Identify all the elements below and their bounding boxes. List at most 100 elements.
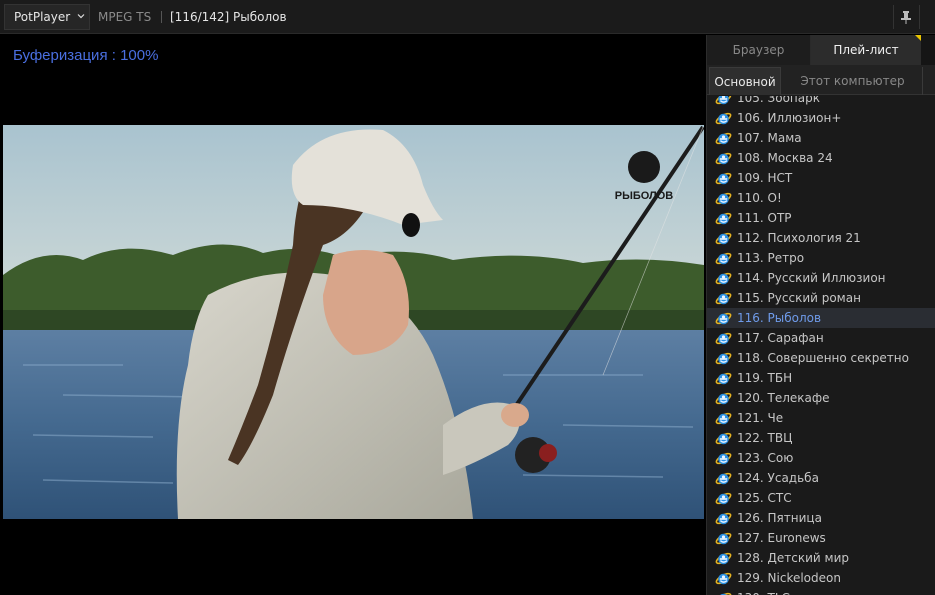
playlist-item[interactable]: 114. Русский Иллюзион xyxy=(707,268,935,288)
tab-browser[interactable]: Браузер xyxy=(707,35,811,65)
playlist-item-label: 113. Ретро xyxy=(737,251,805,265)
playlist-item-label: 105. Зоопарк xyxy=(737,96,820,105)
buffering-status: Буферизация : 100% xyxy=(13,47,159,64)
playlist-item[interactable]: 111. ОТР xyxy=(707,208,935,228)
tab-browser-label: Браузер xyxy=(732,43,785,57)
playlist-item-label: 124. Усадьба xyxy=(737,471,819,485)
playlist-items: 105. Зоопарк 106. Иллюзион+ 107. Мама 108. … xyxy=(707,96,935,595)
playlist-item-label: 130. TLC xyxy=(737,591,790,595)
playlist-item[interactable]: 108. Москва 24 xyxy=(707,148,935,168)
chevron-down-icon xyxy=(77,14,85,19)
playlist-item-label: 128. Детский мир xyxy=(737,551,850,565)
playlist-item[interactable]: 126. Пятница xyxy=(707,508,935,528)
playlist-item-label: 111. ОТР xyxy=(737,211,792,225)
internet-explorer-icon xyxy=(715,292,732,304)
playlist-subtabs: Основной Этот компьютер xyxy=(707,65,935,95)
playlist-item-label: 129. Nickelodeon xyxy=(737,571,841,585)
playlist-item[interactable]: 124. Усадьба xyxy=(707,468,935,488)
subtab-main-label: Основной xyxy=(714,74,776,89)
panel-tabs: Браузер Плей-лист xyxy=(707,35,935,65)
tab-overflow[interactable] xyxy=(921,35,935,65)
window-control-button[interactable] xyxy=(919,5,935,29)
playlist-item[interactable]: 112. Психология 21 xyxy=(707,228,935,248)
title-separator xyxy=(161,11,162,23)
playlist-item[interactable]: 117. Сарафан xyxy=(707,328,935,348)
playlist-item[interactable]: 125. СТС xyxy=(707,488,935,508)
playlist-item[interactable]: 105. Зоопарк xyxy=(707,96,935,108)
internet-explorer-icon xyxy=(715,492,732,504)
internet-explorer-icon xyxy=(715,572,732,584)
pin-button[interactable] xyxy=(893,5,917,29)
internet-explorer-icon xyxy=(715,592,732,595)
playlist-item-label: 108. Москва 24 xyxy=(737,151,833,165)
playlist-item[interactable]: 123. Сою xyxy=(707,448,935,468)
internet-explorer-icon xyxy=(715,392,732,404)
playlist-item[interactable]: 106. Иллюзион+ xyxy=(707,108,935,128)
internet-explorer-icon xyxy=(715,532,732,544)
internet-explorer-icon xyxy=(715,412,732,424)
playlist-item-label: 126. Пятница xyxy=(737,511,822,525)
internet-explorer-icon xyxy=(715,312,732,324)
internet-explorer-icon xyxy=(715,272,732,284)
playlist-item-active[interactable]: 116. Рыболов xyxy=(707,308,935,328)
playlist-item[interactable]: 110. О! xyxy=(707,188,935,208)
pin-icon xyxy=(900,11,911,24)
playlist-item[interactable]: 107. Мама xyxy=(707,128,935,148)
internet-explorer-icon xyxy=(715,132,732,144)
playlist-item[interactable]: 119. ТБН xyxy=(707,368,935,388)
internet-explorer-icon xyxy=(715,512,732,524)
playlist-item-label: 120. Телекафе xyxy=(737,391,830,405)
playlist-item-label: 127. Euronews xyxy=(737,531,826,545)
app-menu-button[interactable]: PotPlayer xyxy=(4,4,90,30)
playlist-item[interactable]: 109. НСТ xyxy=(707,168,935,188)
playlist-item-label: 116. Рыболов xyxy=(737,311,822,325)
subtab-this-computer[interactable]: Этот компьютер xyxy=(783,67,923,95)
playlist-item[interactable]: 127. Euronews xyxy=(707,528,935,548)
internet-explorer-icon xyxy=(715,432,732,444)
subtab-main[interactable]: Основной xyxy=(709,67,781,95)
tab-playlist-label: Плей-лист xyxy=(833,43,899,57)
playlist[interactable]: 105. Зоопарк 106. Иллюзион+ 107. Мама 108. … xyxy=(707,96,935,595)
video-image: РЫБОЛОВ xyxy=(3,125,704,519)
playlist-item[interactable]: 121. Че xyxy=(707,408,935,428)
playlist-item-label: 106. Иллюзион+ xyxy=(737,111,842,125)
playlist-item-label: 112. Психология 21 xyxy=(737,231,861,245)
internet-explorer-icon xyxy=(715,172,732,184)
playlist-item[interactable]: 113. Ретро xyxy=(707,248,935,268)
channel-logo-text: РЫБОЛОВ xyxy=(615,190,674,202)
playlist-item-label: 109. НСТ xyxy=(737,171,793,185)
playlist-item-label: 110. О! xyxy=(737,191,782,205)
title-bar: PotPlayer MPEG TS [116/142] Рыболов xyxy=(0,0,935,34)
internet-explorer-icon xyxy=(715,372,732,384)
subtab-overflow[interactable] xyxy=(925,67,935,95)
internet-explorer-icon xyxy=(715,232,732,244)
playlist-item-label: 122. ТВЦ xyxy=(737,431,793,445)
window-title: [116/142] Рыболов xyxy=(170,10,287,24)
format-label: MPEG TS xyxy=(98,10,152,24)
app-name: PotPlayer xyxy=(14,10,71,24)
video-area[interactable]: Буферизация : 100% РЫБОЛОВ xyxy=(0,35,706,595)
playlist-item-label: 119. ТБН xyxy=(737,371,793,385)
internet-explorer-icon xyxy=(715,192,732,204)
internet-explorer-icon xyxy=(715,552,732,564)
playlist-item[interactable]: 115. Русский роман xyxy=(707,288,935,308)
internet-explorer-icon xyxy=(715,472,732,484)
playlist-item-label: 117. Сарафан xyxy=(737,331,824,345)
playlist-item[interactable]: 130. TLC xyxy=(707,588,935,595)
tab-playlist[interactable]: Плей-лист xyxy=(811,35,921,65)
playlist-item-label: 125. СТС xyxy=(737,491,792,505)
playlist-item[interactable]: 129. Nickelodeon xyxy=(707,568,935,588)
playlist-panel: Браузер Плей-лист Основной Этот компьюте… xyxy=(706,35,935,595)
internet-explorer-icon xyxy=(715,332,732,344)
internet-explorer-icon xyxy=(715,252,732,264)
subtab-this-computer-label: Этот компьютер xyxy=(800,74,905,88)
internet-explorer-icon xyxy=(715,212,732,224)
video-frame[interactable]: РЫБОЛОВ xyxy=(3,125,704,519)
playlist-item[interactable]: 120. Телекафе xyxy=(707,388,935,408)
playlist-item-label: 123. Сою xyxy=(737,451,794,465)
playlist-item[interactable]: 122. ТВЦ xyxy=(707,428,935,448)
playlist-item[interactable]: 128. Детский мир xyxy=(707,548,935,568)
playlist-item-label: 121. Че xyxy=(737,411,784,425)
playlist-item[interactable]: 118. Совершенно секретно xyxy=(707,348,935,368)
playlist-item-label: 107. Мама xyxy=(737,131,802,145)
